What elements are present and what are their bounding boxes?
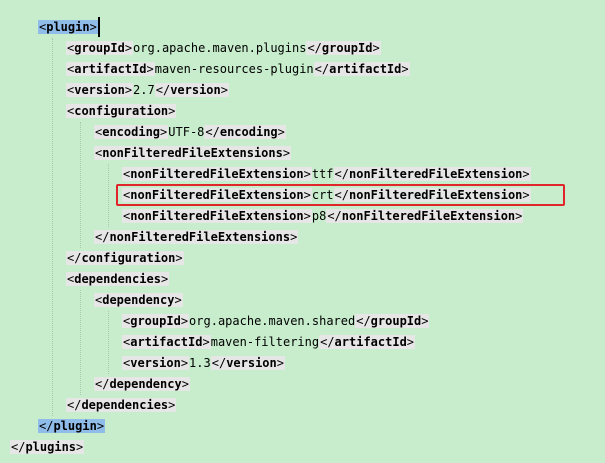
code-line[interactable]: <groupId>org.apache.maven.shared</groupI… bbox=[122, 311, 430, 332]
element-text-value[interactable]: 1.3 bbox=[189, 356, 211, 370]
closing-tag[interactable]: </version> bbox=[154, 83, 229, 97]
tag-name: groupId bbox=[370, 314, 422, 328]
opening-tag[interactable]: <nonFilteredFileExtension> bbox=[122, 167, 312, 181]
closing-tag[interactable]: </artifactId> bbox=[319, 335, 416, 349]
closing-tag[interactable]: </configuration> bbox=[66, 251, 184, 265]
indent-guide bbox=[108, 311, 109, 374]
closing-tag[interactable]: </nonFilteredFileExtension> bbox=[326, 209, 524, 223]
tag-name: encoding bbox=[219, 125, 278, 139]
code-line[interactable]: <version>1.3</version> bbox=[122, 353, 285, 374]
opening-tag[interactable]: <configuration> bbox=[66, 104, 177, 118]
tag-name: configuration bbox=[81, 251, 176, 265]
tag-name: version bbox=[74, 83, 125, 97]
tag-name: nonFilteredFileExtension bbox=[349, 167, 523, 181]
tag-name: plugin bbox=[53, 419, 97, 433]
tag-name: plugins bbox=[25, 440, 77, 454]
element-text-value[interactable]: maven-filtering bbox=[211, 335, 319, 349]
opening-tag[interactable]: <dependencies> bbox=[66, 272, 170, 286]
tag-name: nonFilteredFileExtension bbox=[341, 209, 516, 223]
closing-tag[interactable]: </plugins> bbox=[10, 440, 85, 454]
tag-name: version bbox=[130, 356, 181, 370]
element-text-value[interactable]: 2.7 bbox=[133, 83, 155, 97]
code-line[interactable]: <dependencies> bbox=[66, 269, 170, 290]
opening-tag[interactable]: <artifactId> bbox=[66, 62, 155, 76]
indent-guide bbox=[52, 38, 53, 416]
tag-name: dependency bbox=[109, 377, 182, 391]
tag-name: dependencies bbox=[74, 272, 161, 286]
opening-tag[interactable]: <artifactId> bbox=[122, 335, 211, 349]
tag-name: nonFilteredFileExtensions bbox=[109, 230, 291, 244]
text-caret bbox=[98, 17, 100, 37]
xml-code-editor[interactable]: <plugin> <groupId>org.apache.maven.plugin… bbox=[0, 0, 605, 463]
closing-tag[interactable]: </nonFilteredFileExtensions> bbox=[94, 230, 299, 244]
tag-name: artifactId bbox=[329, 62, 402, 76]
code-line[interactable]: <version>2.7</version> bbox=[66, 80, 229, 101]
closing-tag[interactable]: </plugin> bbox=[38, 419, 106, 433]
closing-tag[interactable]: </groupId> bbox=[306, 41, 381, 55]
element-text-value[interactable]: UTF-8 bbox=[168, 125, 204, 139]
tag-name: groupId bbox=[74, 41, 125, 55]
closing-tag[interactable]: </dependencies> bbox=[66, 398, 177, 412]
tag-name: version bbox=[170, 83, 221, 97]
opening-tag[interactable]: <encoding> bbox=[94, 125, 169, 139]
code-line[interactable]: <encoding>UTF-8</encoding> bbox=[94, 122, 286, 143]
indent-guide bbox=[108, 164, 109, 227]
tag-name: encoding bbox=[102, 125, 161, 139]
code-line[interactable]: <groupId>org.apache.maven.plugins</group… bbox=[66, 38, 381, 59]
code-line[interactable]: </dependency> bbox=[94, 374, 190, 395]
tag-name: nonFilteredFileExtensions bbox=[102, 146, 283, 160]
code-line[interactable]: </plugins> bbox=[10, 437, 85, 458]
closing-tag[interactable]: </encoding> bbox=[204, 125, 286, 139]
annotation-highlight-box bbox=[116, 184, 565, 206]
tag-name: groupId bbox=[130, 314, 181, 328]
code-line[interactable]: <artifactId>maven-filtering</artifactId> bbox=[122, 332, 416, 353]
closing-tag[interactable]: </artifactId> bbox=[313, 62, 410, 76]
element-text-value[interactable]: ttf bbox=[312, 167, 334, 181]
code-line[interactable]: <dependency> bbox=[94, 290, 183, 311]
closing-tag[interactable]: </groupId> bbox=[355, 314, 430, 328]
opening-tag[interactable]: <version> bbox=[122, 356, 190, 370]
code-line[interactable]: <nonFilteredFileExtension>ttf</nonFilter… bbox=[122, 164, 531, 185]
code-line[interactable]: <nonFilteredFileExtension>p8</nonFiltere… bbox=[122, 206, 524, 227]
tag-name: version bbox=[226, 356, 277, 370]
tag-name: artifactId bbox=[130, 335, 203, 349]
closing-tag[interactable]: </dependency> bbox=[94, 377, 190, 391]
code-line[interactable]: </plugin> bbox=[38, 416, 106, 437]
code-line[interactable]: </configuration> bbox=[66, 248, 184, 269]
code-line[interactable]: </dependencies> bbox=[66, 395, 177, 416]
tag-name: nonFilteredFileExtension bbox=[130, 209, 304, 223]
code-line[interactable]: </nonFilteredFileExtensions> bbox=[94, 227, 299, 248]
closing-tag[interactable]: </nonFilteredFileExtension> bbox=[333, 167, 531, 181]
code-line[interactable]: <configuration> bbox=[66, 101, 177, 122]
tag-name: nonFilteredFileExtension bbox=[130, 167, 304, 181]
indent-guide bbox=[80, 122, 81, 248]
tag-name: artifactId bbox=[74, 62, 147, 76]
code-line[interactable]: <artifactId>maven-resources-plugin</arti… bbox=[66, 59, 410, 80]
opening-tag[interactable]: <dependency> bbox=[94, 293, 183, 307]
tag-name: dependencies bbox=[81, 398, 169, 412]
opening-tag[interactable]: <nonFilteredFileExtension> bbox=[122, 209, 312, 223]
tag-name: plugin bbox=[46, 20, 90, 34]
opening-tag[interactable]: <nonFilteredFileExtensions> bbox=[94, 146, 292, 160]
opening-tag[interactable]: <groupId> bbox=[66, 41, 134, 55]
tag-name: groupId bbox=[321, 41, 373, 55]
opening-tag[interactable]: <plugin> bbox=[38, 20, 98, 34]
tag-name: dependency bbox=[102, 293, 175, 307]
element-text-value[interactable]: maven-resources-plugin bbox=[155, 62, 314, 76]
element-text-value[interactable]: org.apache.maven.plugins bbox=[133, 41, 306, 55]
opening-tag[interactable]: <groupId> bbox=[122, 314, 190, 328]
code-line[interactable]: <nonFilteredFileExtensions> bbox=[94, 143, 292, 164]
tag-name: configuration bbox=[74, 104, 169, 118]
opening-tag[interactable]: <version> bbox=[66, 83, 134, 97]
tag-name: artifactId bbox=[334, 335, 407, 349]
closing-tag[interactable]: </version> bbox=[210, 356, 285, 370]
element-text-value[interactable]: org.apache.maven.shared bbox=[189, 314, 355, 328]
code-line[interactable]: <plugin> bbox=[38, 17, 98, 38]
indent-guide bbox=[80, 290, 81, 395]
element-text-value[interactable]: p8 bbox=[312, 209, 326, 223]
